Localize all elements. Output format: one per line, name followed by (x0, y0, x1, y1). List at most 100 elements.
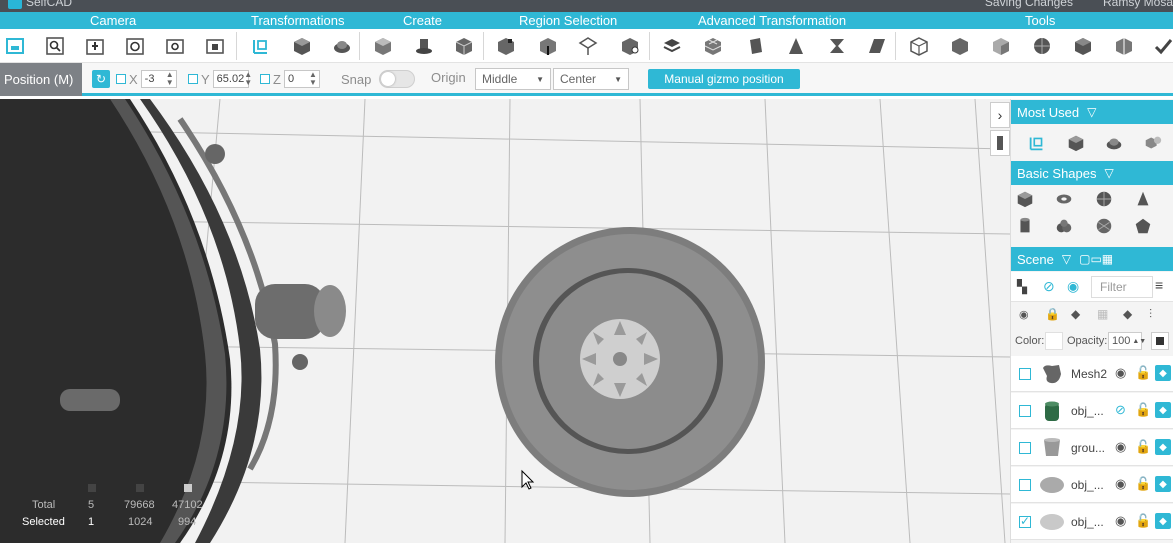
spinner-icon[interactable]: ▲▼ (166, 71, 176, 87)
manual-gizmo-button[interactable]: Manual gizmo position (648, 69, 800, 89)
x-value-input[interactable]: -3 ▲ ▼ (140, 70, 177, 88)
tool-split-button[interactable] (1111, 33, 1137, 59)
camera-pan-button[interactable] (82, 33, 108, 59)
snap-toggle[interactable] (379, 70, 416, 88)
unlock-icon[interactable]: 🔓 (1135, 476, 1151, 492)
view-toggle-icon[interactable]: ▢▭▦ (1079, 252, 1113, 266)
user-menu[interactable]: Ramsy Mosa (1103, 0, 1173, 9)
most-used-header[interactable]: Most Used ▽ (1011, 100, 1173, 124)
taper-button[interactable] (783, 33, 809, 59)
category-create[interactable]: Create (403, 13, 442, 28)
origin-center-select[interactable]: Center ▼ (553, 68, 629, 90)
category-advanced-transformation[interactable]: Advanced Transformation (698, 13, 846, 28)
object-type-icon[interactable]: ◆ (1155, 476, 1171, 492)
app-logo[interactable]: SelfCAD (8, 0, 72, 9)
3d-viewport[interactable]: Total 5 79668 47102 Selected 1 1024 994 (0, 99, 1010, 543)
object-checkbox[interactable] (1019, 479, 1031, 491)
object-type-icon[interactable]: ◆ (1155, 365, 1171, 381)
unlock-icon[interactable]: 🔓 (1135, 513, 1151, 529)
selected-round-model[interactable] (495, 227, 765, 497)
reset-position-button[interactable]: ↻ (92, 70, 110, 88)
x-axis-checkbox[interactable] (116, 74, 126, 84)
tool-check-button[interactable] (1150, 33, 1173, 59)
sort-icon[interactable]: ≡ (1155, 277, 1163, 293)
camera-save-button[interactable] (2, 33, 28, 59)
tool-outline-button[interactable] (906, 33, 932, 59)
lock-icon[interactable]: 🔒 (1045, 307, 1060, 321)
object-type-icon[interactable]: ◆ (1155, 439, 1171, 455)
shape-sphere[interactable] (1092, 187, 1116, 211)
move-tool-button[interactable] (248, 33, 274, 59)
select-region-button[interactable] (617, 33, 643, 59)
subdivide-button[interactable] (700, 33, 726, 59)
scene-object-row[interactable]: grou... ◉ 🔓 ◆ (1011, 430, 1173, 466)
tool-solid-button[interactable] (947, 33, 973, 59)
object-name[interactable]: obj_... (1071, 515, 1104, 529)
shape-cube[interactable] (1013, 187, 1037, 211)
category-transformations[interactable]: Transformations (251, 13, 344, 28)
scale-tool-button[interactable] (289, 33, 315, 59)
create-cube-button[interactable] (370, 33, 396, 59)
category-camera[interactable]: Camera (90, 13, 136, 28)
opacity-stop-button[interactable] (1151, 332, 1169, 350)
visibility-icon[interactable]: ◉ (1019, 308, 1029, 321)
hide-icon[interactable]: ⊘ (1043, 278, 1055, 295)
color-swatch[interactable] (1045, 332, 1063, 350)
extrusion-button[interactable] (659, 33, 685, 59)
tool-sphere-button[interactable] (1029, 33, 1055, 59)
object-checkbox[interactable] (1019, 368, 1031, 380)
unlock-icon[interactable]: 🔓 (1135, 365, 1151, 381)
cube-small-icon[interactable]: ◆ (1071, 307, 1080, 321)
category-region-selection[interactable]: Region Selection (519, 13, 617, 28)
group-icon[interactable]: ▚ (1017, 279, 1027, 295)
eye-icon[interactable]: ◉ (1115, 513, 1126, 529)
create-cylinder-button[interactable] (411, 33, 437, 59)
object-name[interactable]: obj_... (1071, 478, 1104, 492)
bend-button[interactable] (742, 33, 768, 59)
origin-middle-select[interactable]: Middle ▼ (475, 68, 551, 90)
z-value-input[interactable]: 0 ▲ ▼ (283, 70, 320, 88)
scene-object-row[interactable]: Mesh2 ◉ 🔓 ◆ (1011, 356, 1173, 392)
cannon-model[interactable] (0, 99, 346, 543)
object-checkbox[interactable] (1019, 405, 1031, 417)
select-vertex-button[interactable] (493, 33, 519, 59)
shape-geosphere[interactable] (1092, 214, 1116, 238)
panel-handle-button[interactable] (990, 130, 1010, 156)
most-used-rotate[interactable] (1102, 131, 1126, 155)
z-axis-checkbox[interactable] (260, 74, 270, 84)
sliders-icon[interactable]: ⫶ (1149, 307, 1152, 322)
most-used-scale[interactable] (1064, 131, 1088, 155)
most-used-copy[interactable] (1141, 131, 1165, 155)
shape-torus[interactable] (1052, 187, 1076, 211)
object-checkbox[interactable] (1019, 442, 1031, 454)
object-type-icon[interactable]: ◆ (1155, 402, 1171, 418)
camera-ortho-button[interactable] (202, 33, 228, 59)
hidden-eye-icon[interactable]: ⊘ (1115, 402, 1126, 418)
basic-shapes-header[interactable]: Basic Shapes ▽ (1011, 161, 1173, 185)
object-checkbox-checked[interactable] (1019, 514, 1031, 528)
spinner-icon[interactable]: ▲▼ (244, 71, 254, 87)
object-name[interactable]: obj_... (1071, 404, 1104, 418)
shear-button[interactable] (864, 33, 890, 59)
scene-object-row[interactable]: obj_... ⊘ 🔓 ◆ (1011, 393, 1173, 429)
twist-button[interactable] (824, 33, 850, 59)
shape-polyhedron[interactable] (1131, 214, 1155, 238)
scene-canvas[interactable] (0, 99, 1010, 543)
opacity-input[interactable]: 100 ▲▼ (1108, 332, 1146, 350)
object-name[interactable]: Mesh2 (1071, 367, 1107, 381)
object-name[interactable]: grou... (1071, 441, 1105, 455)
panel-collapse-button[interactable]: › (990, 102, 1010, 128)
shape-knot[interactable] (1052, 214, 1076, 238)
unlock-icon[interactable]: 🔓 (1135, 402, 1151, 418)
rotate-tool-button[interactable] (329, 33, 355, 59)
select-edge-button[interactable] (535, 33, 561, 59)
eye-icon[interactable]: ◉ (1067, 278, 1079, 295)
position-mode-label[interactable]: Position (M) (0, 63, 82, 96)
object-type-icon[interactable]: ◆ (1155, 513, 1171, 529)
scene-filter-input[interactable]: Filter (1091, 276, 1153, 298)
scene-header[interactable]: Scene ▽ ▢▭▦ (1011, 247, 1173, 271)
mesh-small-icon[interactable]: ▦ (1097, 307, 1108, 321)
select-face-button[interactable] (575, 33, 601, 59)
category-tools[interactable]: Tools (1025, 13, 1055, 28)
y-value-input[interactable]: 65.02 ▲ ▼ (212, 70, 252, 88)
